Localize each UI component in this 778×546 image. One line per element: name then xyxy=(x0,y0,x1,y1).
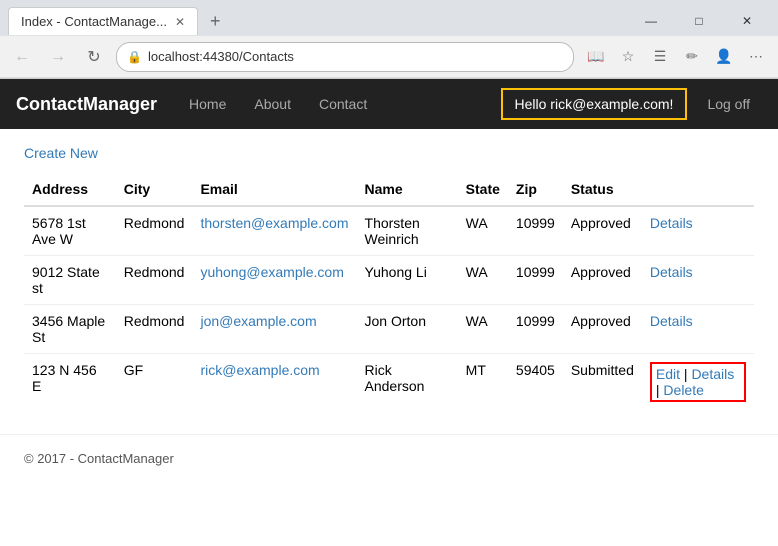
action-details-link[interactable]: Details xyxy=(691,366,734,382)
cell-status: Approved xyxy=(563,305,642,354)
main-content: Create New Address City Email Name State… xyxy=(0,129,778,426)
cell-city: Redmond xyxy=(116,206,193,256)
cell-state: WA xyxy=(458,206,508,256)
logout-link[interactable]: Log off xyxy=(695,88,762,120)
col-zip: Zip xyxy=(508,173,563,206)
cell-state: WA xyxy=(458,256,508,305)
email-link[interactable]: rick@example.com xyxy=(200,362,319,378)
cell-actions: Details xyxy=(642,256,754,305)
cell-name: Yuhong Li xyxy=(357,256,458,305)
collections-icon[interactable]: ☰ xyxy=(646,43,674,71)
nav-about[interactable]: About xyxy=(242,88,303,120)
cell-state: WA xyxy=(458,305,508,354)
cell-name: Jon Orton xyxy=(357,305,458,354)
cell-zip: 59405 xyxy=(508,354,563,411)
table-row: 123 N 456 EGF rick@example.com Rick Anders… xyxy=(24,354,754,411)
cell-actions: Details xyxy=(642,206,754,256)
address-bar-row: ← → ↻ 🔒 localhost:44380/Contacts 📖 ☆ ☰ ✏… xyxy=(0,36,778,78)
lock-icon: 🔒 xyxy=(127,50,142,64)
col-name: Name xyxy=(357,173,458,206)
cell-state: MT xyxy=(458,354,508,411)
table-row: 9012 State stRedmond yuhong@example.com Yu… xyxy=(24,256,754,305)
nav-contact[interactable]: Contact xyxy=(307,88,379,120)
cell-status: Approved xyxy=(563,256,642,305)
tab-close-icon[interactable]: ✕ xyxy=(175,15,185,29)
action-details-link[interactable]: Details xyxy=(650,215,693,231)
footer: © 2017 - ContactManager xyxy=(0,434,778,482)
contacts-table: Address City Email Name State Zip Status… xyxy=(24,173,754,410)
col-actions xyxy=(642,173,754,206)
action-details-link[interactable]: Details xyxy=(650,264,693,280)
more-icon[interactable]: ⋯ xyxy=(742,43,770,71)
footer-text: © 2017 - ContactManager xyxy=(24,451,174,466)
reader-view-icon[interactable]: 📖 xyxy=(582,43,610,71)
col-address: Address xyxy=(24,173,116,206)
email-link[interactable]: yuhong@example.com xyxy=(200,264,343,280)
hello-text: Hello rick@example.com! xyxy=(501,88,688,120)
cell-address: 9012 State st xyxy=(24,256,116,305)
app-navbar: ContactManager Home About Contact Hello … xyxy=(0,79,778,129)
col-status: Status xyxy=(563,173,642,206)
cell-zip: 10999 xyxy=(508,256,563,305)
refresh-button[interactable]: ↻ xyxy=(80,43,108,71)
user-icon[interactable]: 👤 xyxy=(710,43,738,71)
cell-address: 123 N 456 E xyxy=(24,354,116,411)
table-body: 5678 1st Ave WRedmond thorsten@example.co… xyxy=(24,206,754,410)
email-link[interactable]: jon@example.com xyxy=(200,313,316,329)
address-bar[interactable]: 🔒 localhost:44380/Contacts xyxy=(116,42,574,72)
maximize-button[interactable]: □ xyxy=(676,7,722,35)
nav-right: Hello rick@example.com! Log off xyxy=(501,88,762,120)
table-row: 5678 1st Ave WRedmond thorsten@example.co… xyxy=(24,206,754,256)
tab-title: Index - ContactManage... xyxy=(21,14,167,29)
action-edit-link[interactable]: Edit xyxy=(656,366,680,382)
cell-city: GF xyxy=(116,354,193,411)
forward-button[interactable]: → xyxy=(44,43,72,71)
cell-city: Redmond xyxy=(116,256,193,305)
minimize-button[interactable]: — xyxy=(628,7,674,35)
cell-name: Thorsten Weinrich xyxy=(357,206,458,256)
action-separator: | xyxy=(680,366,691,382)
table-row: 3456 Maple StRedmond jon@example.com Jon O… xyxy=(24,305,754,354)
nav-home[interactable]: Home xyxy=(177,88,238,120)
action-delete-link[interactable]: Delete xyxy=(663,382,703,398)
new-tab-button[interactable]: + xyxy=(202,7,229,36)
app-brand: ContactManager xyxy=(16,94,157,115)
table-header: Address City Email Name State Zip Status xyxy=(24,173,754,206)
cell-zip: 10999 xyxy=(508,305,563,354)
cell-city: Redmond xyxy=(116,305,193,354)
create-new-link[interactable]: Create New xyxy=(24,145,98,161)
email-link[interactable]: thorsten@example.com xyxy=(200,215,348,231)
cell-status: Approved xyxy=(563,206,642,256)
cell-email: jon@example.com xyxy=(192,305,356,354)
browser-chrome: Index - ContactManage... ✕ + — □ ✕ ← → ↻… xyxy=(0,0,778,79)
active-tab: Index - ContactManage... ✕ xyxy=(8,7,198,35)
cell-address: 3456 Maple St xyxy=(24,305,116,354)
close-button[interactable]: ✕ xyxy=(724,7,770,35)
window-controls: — □ ✕ xyxy=(628,7,770,35)
browser-toolbar: 📖 ☆ ☰ ✏ 👤 ⋯ xyxy=(582,43,770,71)
cell-actions: Edit | Details | Delete xyxy=(642,354,754,411)
cell-status: Submitted xyxy=(563,354,642,411)
cell-email: rick@example.com xyxy=(192,354,356,411)
col-city: City xyxy=(116,173,193,206)
cell-zip: 10999 xyxy=(508,206,563,256)
action-details-link[interactable]: Details xyxy=(650,313,693,329)
cell-email: yuhong@example.com xyxy=(192,256,356,305)
cell-email: thorsten@example.com xyxy=(192,206,356,256)
cell-name: Rick Anderson xyxy=(357,354,458,411)
col-state: State xyxy=(458,173,508,206)
cell-actions: Details xyxy=(642,305,754,354)
cell-address: 5678 1st Ave W xyxy=(24,206,116,256)
pen-icon[interactable]: ✏ xyxy=(678,43,706,71)
url-text: localhost:44380/Contacts xyxy=(148,49,563,64)
nav-links: Home About Contact xyxy=(177,88,379,120)
back-button[interactable]: ← xyxy=(8,43,36,71)
tab-bar: Index - ContactManage... ✕ + — □ ✕ xyxy=(0,0,778,36)
bookmark-icon[interactable]: ☆ xyxy=(614,43,642,71)
col-email: Email xyxy=(192,173,356,206)
